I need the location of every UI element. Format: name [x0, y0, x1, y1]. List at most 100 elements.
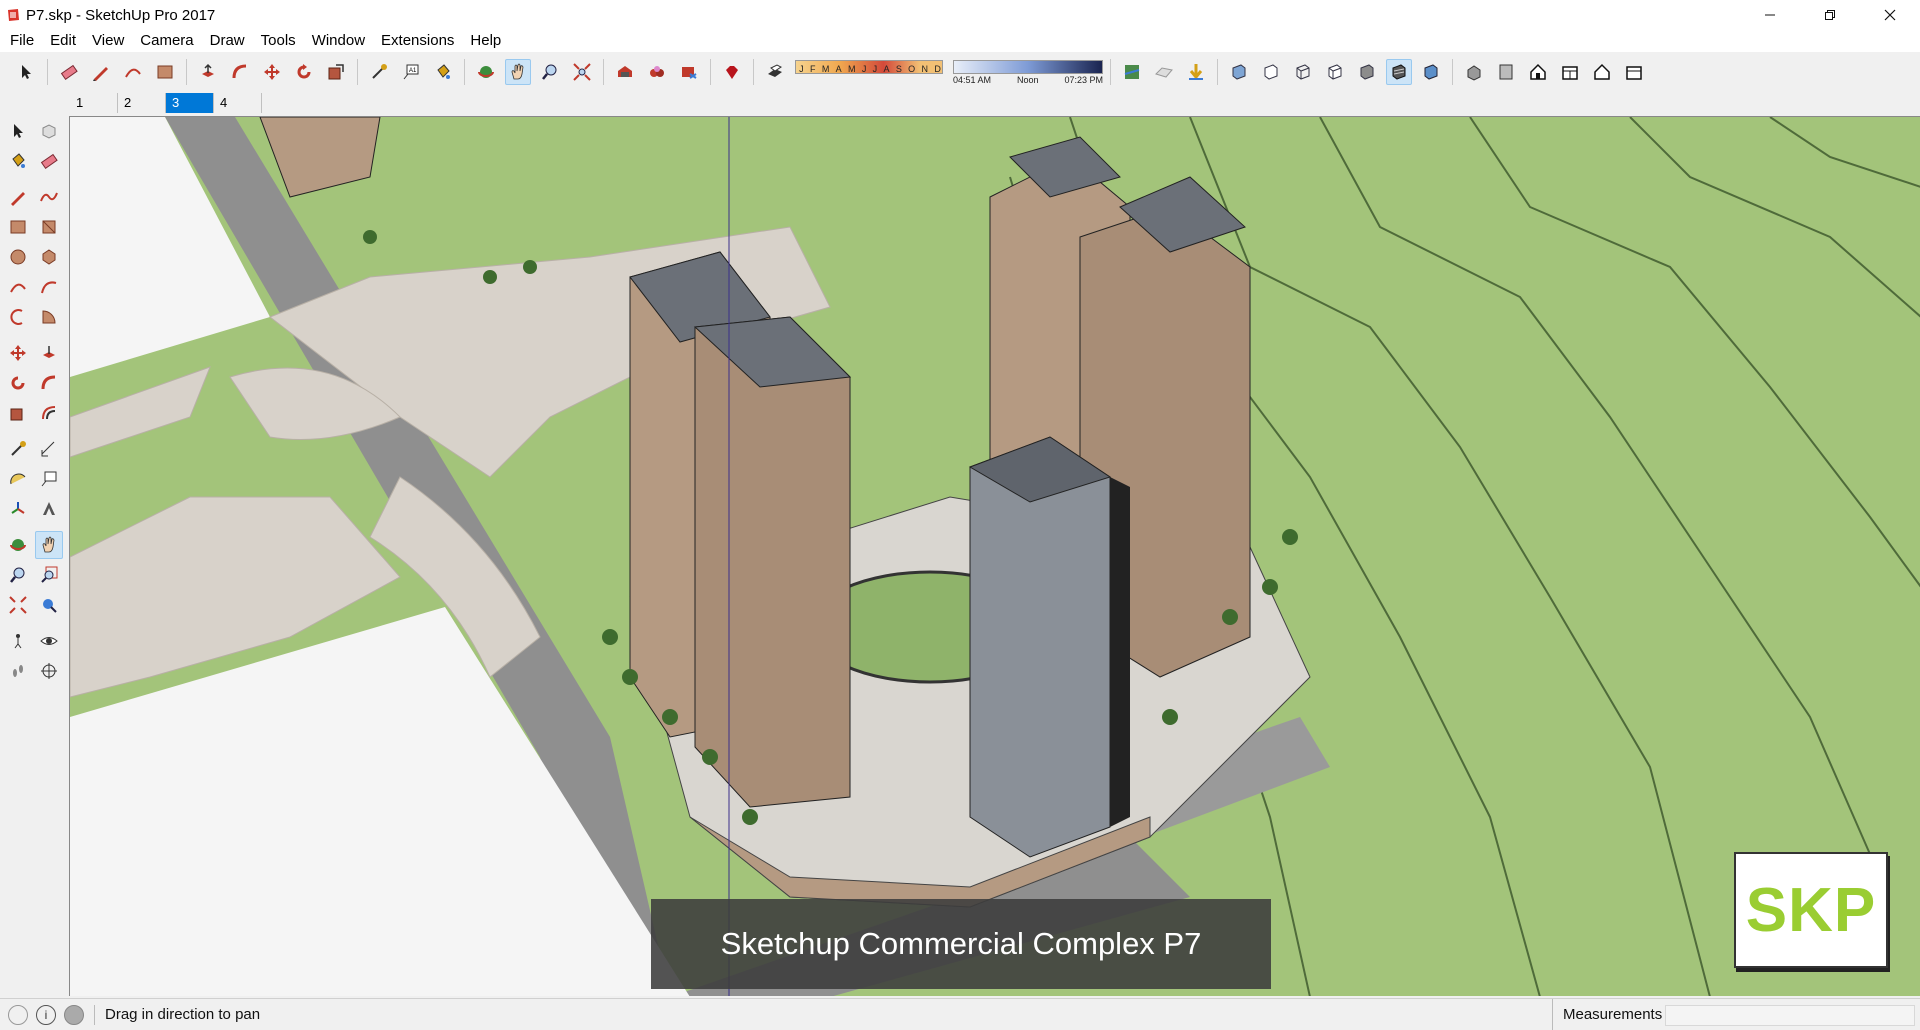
- arc-tool-button[interactable]: [120, 59, 146, 85]
- three-point-arc-tool-button[interactable]: [4, 303, 32, 331]
- menu-extensions[interactable]: Extensions: [373, 30, 462, 52]
- circle-tool-button[interactable]: [4, 243, 32, 271]
- zoom-extents-button[interactable]: [4, 591, 32, 619]
- follow-me-tool-button[interactable]: [227, 59, 253, 85]
- move-tool-button[interactable]: [259, 59, 285, 85]
- select-tool-button[interactable]: [4, 117, 32, 145]
- shadow-time-slider[interactable]: [953, 60, 1103, 74]
- wireframe-button[interactable]: [1290, 59, 1316, 85]
- geo-location-icon[interactable]: [8, 1004, 28, 1025]
- follow-me-tool-button[interactable]: [35, 369, 63, 397]
- minimize-button[interactable]: [1740, 0, 1800, 30]
- scene-tab-4[interactable]: 4: [214, 93, 262, 113]
- move-tool-button[interactable]: [4, 339, 32, 367]
- offset-tool-button[interactable]: [35, 399, 63, 427]
- section-plane-tool-button[interactable]: [35, 657, 63, 685]
- back-view-button[interactable]: [1589, 59, 1615, 85]
- paint-bucket-tool-button[interactable]: [4, 147, 32, 175]
- axes-tool-button[interactable]: [4, 495, 32, 523]
- eraser-tool-button[interactable]: [35, 147, 63, 175]
- get-models-button[interactable]: [1183, 59, 1209, 85]
- model-viewport[interactable]: Sketchup Commercial Complex P7 SKP: [69, 116, 1920, 996]
- scene-tab-2[interactable]: 2: [118, 93, 166, 113]
- scene-tab-1[interactable]: 1: [70, 93, 118, 113]
- polygon-tool-button[interactable]: [35, 243, 63, 271]
- scene-tab-3[interactable]: 3: [166, 93, 214, 113]
- freehand-tool-button[interactable]: [35, 183, 63, 211]
- left-view-button[interactable]: [1621, 59, 1647, 85]
- scale-tool-button[interactable]: [4, 399, 32, 427]
- shaded-button[interactable]: [1354, 59, 1380, 85]
- hidden-line-button[interactable]: [1322, 59, 1348, 85]
- 3d-text-tool-button[interactable]: [35, 495, 63, 523]
- user-account-icon[interactable]: [64, 1004, 84, 1025]
- share-model-button[interactable]: [676, 59, 702, 85]
- rotated-rectangle-tool-button[interactable]: [35, 213, 63, 241]
- rotate-tool-button[interactable]: [291, 59, 317, 85]
- pie-tool-button[interactable]: [35, 303, 63, 331]
- credits-info-icon[interactable]: i: [36, 1004, 56, 1025]
- push-pull-tool-button[interactable]: [35, 339, 63, 367]
- front-view-button[interactable]: [1525, 59, 1551, 85]
- paint-bucket-tool-button[interactable]: [430, 59, 456, 85]
- menu-help[interactable]: Help: [462, 30, 509, 52]
- menu-view[interactable]: View: [84, 30, 132, 52]
- menu-camera[interactable]: Camera: [132, 30, 201, 52]
- add-location-button[interactable]: [1119, 59, 1145, 85]
- iso-view-button[interactable]: [1461, 59, 1487, 85]
- shadow-date-slider[interactable]: J F M A M J J A S O N D: [795, 60, 943, 74]
- menu-file[interactable]: File: [2, 30, 42, 52]
- extension-ruby-button[interactable]: [719, 59, 745, 85]
- orbit-tool-button[interactable]: [473, 59, 499, 85]
- text-tool-button[interactable]: [35, 465, 63, 493]
- zoom-window-tool-button[interactable]: [35, 561, 63, 589]
- monochrome-button[interactable]: [1418, 59, 1444, 85]
- orbit-tool-button[interactable]: [4, 531, 32, 559]
- line-tool-button[interactable]: [4, 183, 32, 211]
- scale-tool-button[interactable]: [323, 59, 349, 85]
- pan-tool-button[interactable]: [505, 59, 531, 85]
- tape-measure-tool-button[interactable]: [4, 435, 32, 463]
- menu-edit[interactable]: Edit: [42, 30, 84, 52]
- top-view-button[interactable]: [1493, 59, 1519, 85]
- dimension-tool-button[interactable]: [35, 435, 63, 463]
- toolbar-divider: [753, 59, 754, 85]
- protractor-tool-button[interactable]: [4, 465, 32, 493]
- menu-draw[interactable]: Draw: [202, 30, 253, 52]
- select-tool-button[interactable]: [13, 59, 39, 85]
- push-pull-tool-button[interactable]: [195, 59, 221, 85]
- make-component-button[interactable]: [35, 117, 63, 145]
- arc-tool-button[interactable]: [4, 273, 32, 301]
- previous-view-button[interactable]: [35, 591, 63, 619]
- eraser-tool-button[interactable]: [56, 59, 82, 85]
- extension-warehouse-button[interactable]: [644, 59, 670, 85]
- zoom-tool-button[interactable]: [537, 59, 563, 85]
- rectangle-tool-button[interactable]: [4, 213, 32, 241]
- zoom-tool-button[interactable]: [4, 561, 32, 589]
- rotate-tool-button[interactable]: [4, 369, 32, 397]
- tape-measure-tool-button[interactable]: [366, 59, 392, 85]
- look-around-tool-button[interactable]: [35, 627, 63, 655]
- tower-central: [968, 436, 1130, 858]
- toggle-terrain-button[interactable]: [1151, 59, 1177, 85]
- zoom-extents-button[interactable]: [569, 59, 595, 85]
- pencil-tool-button[interactable]: [88, 59, 114, 85]
- right-view-button[interactable]: [1557, 59, 1583, 85]
- xray-style-button[interactable]: [1226, 59, 1252, 85]
- maximize-button[interactable]: [1800, 0, 1860, 30]
- shaded-textures-button[interactable]: [1386, 59, 1412, 85]
- walk-tool-button[interactable]: [4, 657, 32, 685]
- previous-view-icon: [43, 599, 57, 613]
- measurements-input[interactable]: [1665, 1005, 1915, 1026]
- menu-window[interactable]: Window: [304, 30, 373, 52]
- text-tool-button[interactable]: A1: [398, 59, 424, 85]
- close-button[interactable]: [1860, 0, 1920, 30]
- back-edges-button[interactable]: [1258, 59, 1284, 85]
- menu-tools[interactable]: Tools: [253, 30, 304, 52]
- 3d-warehouse-button[interactable]: [612, 59, 638, 85]
- position-camera-tool-button[interactable]: [4, 627, 32, 655]
- rectangle-tool-button[interactable]: [152, 59, 178, 85]
- toggle-shadows-button[interactable]: [762, 59, 788, 85]
- pan-tool-button[interactable]: [35, 531, 63, 559]
- two-point-arc-tool-button[interactable]: [35, 273, 63, 301]
